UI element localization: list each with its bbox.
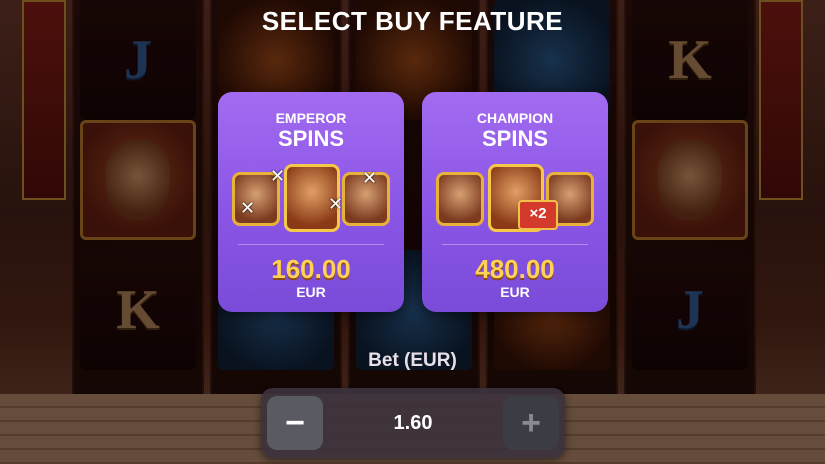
card-divider [238,244,384,245]
bet-value: 1.60 [393,412,433,434]
increase-bet-button[interactable]: + [503,396,559,450]
x-mark-icon: ✕ [328,194,344,214]
feature-name-line1: EMPEROR [275,110,347,126]
feature-name-line2: SPINS [277,126,345,151]
decrease-bet-button[interactable]: − [267,396,323,450]
emperor-portrait [436,172,484,226]
bet-label: Bet (EUR) [368,350,457,371]
bet-stepper: − 1.60 + [261,388,565,458]
feature-currency: EUR [296,284,326,300]
feature-artwork: ×2 [436,164,594,236]
feature-price: 480.00 [475,254,555,284]
buy-feature-card-champion[interactable]: CHAMPION SPINS ×2 480.00 EUR [422,92,608,312]
feature-artwork: ✕ ✕ ✕ ✕ [232,164,390,236]
feature-currency: EUR [500,284,530,300]
x-mark-icon: ✕ [270,166,286,186]
page-title: SELECT BUY FEATURE [261,6,564,36]
buy-feature-card-emperor[interactable]: EMPEROR SPINS ✕ ✕ ✕ ✕ 160.00 EUR [218,92,404,312]
feature-name-line2: SPINS [481,126,549,151]
multiplier-badge: ×2 [518,200,558,230]
feature-price: 160.00 [271,254,351,284]
x-mark-icon: ✕ [362,168,378,188]
x-mark-icon: ✕ [240,198,256,218]
card-divider [442,244,588,245]
feature-name-line1: CHAMPION [476,110,554,126]
